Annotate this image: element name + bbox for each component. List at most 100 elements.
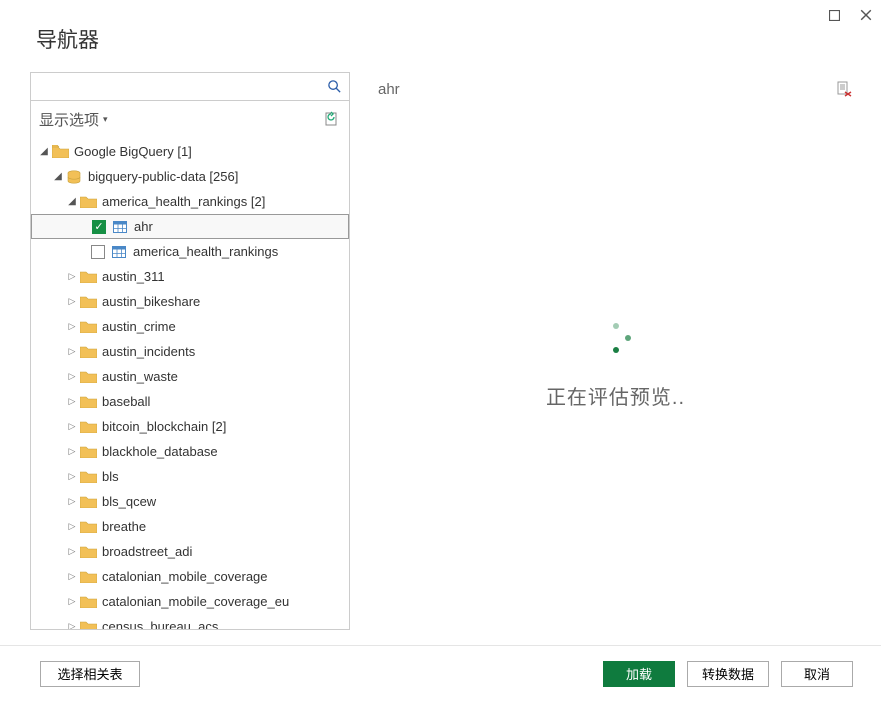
expand-toggle[interactable]: ◢ xyxy=(51,171,65,182)
tree-label: breathe xyxy=(102,519,146,534)
tree-node-folder[interactable]: austin_waste xyxy=(31,364,349,389)
tree-node-folder[interactable]: austin_crime xyxy=(31,314,349,339)
tree-node-dataset[interactable]: ◢ bigquery-public-data [256] xyxy=(31,164,349,189)
tree-node-folder[interactable]: catalonian_mobile_coverage_eu xyxy=(31,589,349,614)
table-icon xyxy=(110,245,128,259)
expand-toggle[interactable] xyxy=(65,496,79,507)
tree-node-folder[interactable]: bitcoin_blockchain [2] xyxy=(31,414,349,439)
preview-panel: ahr 正在评估预览.. xyxy=(350,72,859,630)
tree-label: catalonian_mobile_coverage xyxy=(102,569,268,584)
tree-node-folder[interactable]: catalonian_mobile_coverage xyxy=(31,564,349,589)
tree-node-folder[interactable]: census_bureau_acs xyxy=(31,614,349,629)
select-related-button[interactable]: 选择相关表 xyxy=(40,661,140,687)
navigator-panel: 显示选项 ▾ ◢ Google BigQuery [1] ◢ bigquer xyxy=(30,72,350,630)
expand-toggle[interactable] xyxy=(65,371,79,382)
expand-toggle[interactable] xyxy=(65,546,79,557)
tree-label: america_health_rankings xyxy=(133,244,278,259)
folder-icon xyxy=(79,320,97,334)
tree-label: austin_bikeshare xyxy=(102,294,200,309)
tree-label: census_bureau_acs xyxy=(102,619,218,629)
expand-toggle[interactable] xyxy=(65,346,79,357)
search-input[interactable] xyxy=(39,75,325,99)
tree-node-folder[interactable]: austin_bikeshare xyxy=(31,289,349,314)
load-button[interactable]: 加载 xyxy=(603,661,675,687)
expand-toggle[interactable] xyxy=(65,321,79,332)
tree-label: Google BigQuery [1] xyxy=(74,144,192,159)
tree-label: bitcoin_blockchain [2] xyxy=(102,419,226,434)
folder-icon xyxy=(79,545,97,559)
expand-toggle[interactable]: ◢ xyxy=(65,196,79,207)
tree-node-folder[interactable]: baseball xyxy=(31,389,349,414)
tree-node-folder[interactable]: breathe xyxy=(31,514,349,539)
expand-toggle[interactable]: ◢ xyxy=(37,146,51,157)
search-bar xyxy=(31,73,349,101)
tree-label: bls_qcew xyxy=(102,494,156,509)
dialog-footer: 选择相关表 加载 转换数据 取消 xyxy=(0,645,881,701)
tree-label: ahr xyxy=(134,219,153,234)
tree-node-folder-ahr-group[interactable]: ◢ america_health_rankings [2] xyxy=(31,189,349,214)
tree-label: catalonian_mobile_coverage_eu xyxy=(102,594,289,609)
expand-toggle[interactable] xyxy=(65,571,79,582)
folder-icon xyxy=(51,145,69,159)
loading-text: 正在评估预览.. xyxy=(546,381,685,410)
tree-label: austin_crime xyxy=(102,319,176,334)
folder-icon xyxy=(79,520,97,534)
preview-title: ahr xyxy=(378,81,835,98)
display-options-dropdown[interactable]: 显示选项 ▾ xyxy=(39,109,323,130)
expand-toggle[interactable] xyxy=(65,621,79,629)
tree-label: austin_311 xyxy=(102,269,165,284)
folder-icon xyxy=(79,270,97,284)
tree-node-root[interactable]: ◢ Google BigQuery [1] xyxy=(31,139,349,164)
tree-node-folder[interactable]: bls_qcew xyxy=(31,489,349,514)
folder-icon xyxy=(79,495,97,509)
expand-toggle[interactable] xyxy=(65,521,79,532)
expand-toggle[interactable] xyxy=(65,296,79,307)
folder-icon xyxy=(79,345,97,359)
tree-node-table-ahr[interactable]: ✓ ahr xyxy=(31,214,349,239)
folder-icon xyxy=(79,195,97,209)
folder-icon xyxy=(79,370,97,384)
tree-label: bls xyxy=(102,469,119,484)
dialog-title: 导航器 xyxy=(0,0,881,72)
database-icon xyxy=(65,170,83,184)
expand-toggle[interactable] xyxy=(65,446,79,457)
checkbox[interactable]: ✓ xyxy=(92,220,106,234)
tree-node-folder[interactable]: bls xyxy=(31,464,349,489)
folder-icon xyxy=(79,470,97,484)
tree-label: austin_incidents xyxy=(102,344,195,359)
tree-label: america_health_rankings [2] xyxy=(102,194,265,209)
chevron-down-icon: ▾ xyxy=(103,114,108,125)
folder-icon xyxy=(79,295,97,309)
tree-node-table-ahr-full[interactable]: america_health_rankings xyxy=(31,239,349,264)
tree-label: baseball xyxy=(102,394,150,409)
transform-data-button[interactable]: 转换数据 xyxy=(687,661,769,687)
folder-icon xyxy=(79,420,97,434)
tree-node-folder[interactable]: austin_incidents xyxy=(31,339,349,364)
tree-label: bigquery-public-data [256] xyxy=(88,169,238,184)
checkbox[interactable] xyxy=(91,245,105,259)
folder-icon xyxy=(79,620,97,630)
loading-spinner xyxy=(601,323,631,353)
close-icon[interactable] xyxy=(859,8,873,22)
tree-node-folder[interactable]: blackhole_database xyxy=(31,439,349,464)
expand-toggle[interactable] xyxy=(65,596,79,607)
tree-node-folder[interactable]: austin_311 xyxy=(31,264,349,289)
folder-icon xyxy=(79,395,97,409)
expand-toggle[interactable] xyxy=(65,271,79,282)
expand-toggle[interactable] xyxy=(65,421,79,432)
display-options-row: 显示选项 ▾ xyxy=(31,101,349,137)
search-icon[interactable] xyxy=(325,78,343,96)
preview-action-icon[interactable] xyxy=(835,80,853,98)
tree-node-folder[interactable]: broadstreet_adi xyxy=(31,539,349,564)
folder-icon xyxy=(79,595,97,609)
tree-label: blackhole_database xyxy=(102,444,218,459)
navigator-tree[interactable]: ◢ Google BigQuery [1] ◢ bigquery-public-… xyxy=(31,137,349,629)
folder-icon xyxy=(79,570,97,584)
tree-label: austin_waste xyxy=(102,369,178,384)
cancel-button[interactable]: 取消 xyxy=(781,661,853,687)
display-options-label: 显示选项 xyxy=(39,109,99,130)
refresh-icon[interactable] xyxy=(323,110,341,128)
expand-toggle[interactable] xyxy=(65,396,79,407)
expand-toggle[interactable] xyxy=(65,471,79,482)
maximize-icon[interactable] xyxy=(827,8,841,22)
